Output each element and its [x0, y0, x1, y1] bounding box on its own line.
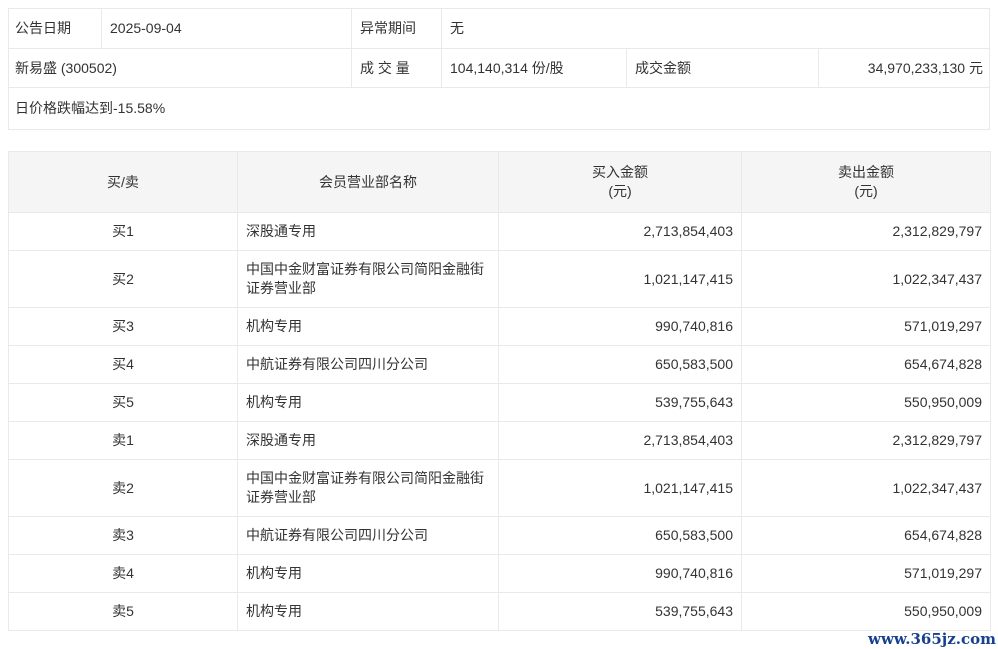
rank-cell: 卖3	[9, 517, 238, 555]
buy-amount-cell: 990,740,816	[499, 555, 742, 593]
info-row-volume: 新易盛 (300502) 成 交 量 104,140,314 份/股 成交金额 …	[9, 48, 989, 87]
table-row: 买2 中国中金财富证券有限公司简阳金融街证券营业部 1,021,147,415 …	[9, 251, 991, 308]
rank-cell: 买1	[9, 213, 238, 251]
sell-amount-cell: 571,019,297	[742, 555, 991, 593]
sell-amount-cell: 1,022,347,437	[742, 460, 991, 517]
announce-date-label: 公告日期	[9, 9, 101, 48]
table-row: 卖3 中航证券有限公司四川分公司 650,583,500 654,674,828	[9, 517, 991, 555]
sell-amount-cell: 571,019,297	[742, 308, 991, 346]
branch-cell: 机构专用	[238, 308, 499, 346]
branch-cell: 机构专用	[238, 555, 499, 593]
volume-value: 104,140,314 份/股	[441, 49, 626, 87]
branch-cell: 中国中金财富证券有限公司简阳金融街证券营业部	[238, 460, 499, 517]
sell-amount-cell: 2,312,829,797	[742, 422, 991, 460]
branch-cell: 中国中金财富证券有限公司简阳金融街证券营业部	[238, 251, 499, 308]
branch-cell: 深股通专用	[238, 422, 499, 460]
branch-cell: 中航证券有限公司四川分公司	[238, 346, 499, 384]
turnover-value: 34,970,233,130 元	[818, 49, 989, 87]
table-row: 买4 中航证券有限公司四川分公司 650,583,500 654,674,828	[9, 346, 991, 384]
table-row: 卖2 中国中金财富证券有限公司简阳金融街证券营业部 1,021,147,415 …	[9, 460, 991, 517]
buy-amount-cell: 990,740,816	[499, 308, 742, 346]
buy-amount-cell: 650,583,500	[499, 346, 742, 384]
table-row: 卖5 机构专用 539,755,643 550,950,009	[9, 593, 991, 631]
info-row-reason: 日价格跌幅达到-15.58%	[9, 87, 989, 129]
stock-name: 新易盛 (300502)	[9, 49, 351, 87]
buy-amount-cell: 1,021,147,415	[499, 251, 742, 308]
table-row: 买1 深股通专用 2,713,854,403 2,312,829,797	[9, 213, 991, 251]
col-header-side: 买/卖	[9, 152, 238, 213]
abnormal-reason-text: 日价格跌幅达到-15.58%	[9, 88, 989, 129]
buy-amount-cell: 539,755,643	[499, 384, 742, 422]
rank-cell: 买2	[9, 251, 238, 308]
table-row: 卖4 机构专用 990,740,816 571,019,297	[9, 555, 991, 593]
rank-cell: 卖5	[9, 593, 238, 631]
rank-cell: 卖4	[9, 555, 238, 593]
sell-amount-unit: (元)	[750, 182, 982, 201]
rank-cell: 买5	[9, 384, 238, 422]
broker-table-body: 买1 深股通专用 2,713,854,403 2,312,829,797 买2 …	[9, 213, 991, 631]
buy-amount-cell: 2,713,854,403	[499, 213, 742, 251]
buy-amount-cell: 2,713,854,403	[499, 422, 742, 460]
sell-amount-title: 卖出金额	[750, 163, 982, 182]
branch-cell: 中航证券有限公司四川分公司	[238, 517, 499, 555]
col-header-branch: 会员营业部名称	[238, 152, 499, 213]
buy-amount-cell: 1,021,147,415	[499, 460, 742, 517]
abnormal-period-label: 异常期间	[351, 9, 441, 48]
abnormal-period-value: 无	[441, 9, 989, 48]
col-header-buy-amount: 买入金额 (元)	[499, 152, 742, 213]
announce-date-value: 2025-09-04	[101, 9, 351, 48]
buy-amount-title: 买入金额	[507, 163, 733, 182]
sell-amount-cell: 654,674,828	[742, 346, 991, 384]
buy-amount-cell: 650,583,500	[499, 517, 742, 555]
sell-amount-cell: 550,950,009	[742, 593, 991, 631]
sell-amount-cell: 654,674,828	[742, 517, 991, 555]
rank-cell: 卖1	[9, 422, 238, 460]
table-row: 买5 机构专用 539,755,643 550,950,009	[9, 384, 991, 422]
sell-amount-cell: 1,022,347,437	[742, 251, 991, 308]
header-row: 买/卖 会员营业部名称 买入金额 (元) 卖出金额 (元)	[9, 152, 991, 213]
branch-cell: 机构专用	[238, 593, 499, 631]
turnover-label: 成交金额	[626, 49, 818, 87]
sell-amount-cell: 2,312,829,797	[742, 213, 991, 251]
stock-info-panel: 公告日期 2025-09-04 异常期间 无 新易盛 (300502) 成 交 …	[8, 8, 990, 130]
sell-amount-cell: 550,950,009	[742, 384, 991, 422]
buy-amount-cell: 539,755,643	[499, 593, 742, 631]
table-row: 卖1 深股通专用 2,713,854,403 2,312,829,797	[9, 422, 991, 460]
dragon-tiger-page: 公告日期 2025-09-04 异常期间 无 新易盛 (300502) 成 交 …	[0, 0, 998, 639]
rank-cell: 买3	[9, 308, 238, 346]
volume-label: 成 交 量	[351, 49, 441, 87]
broker-table: 买/卖 会员营业部名称 买入金额 (元) 卖出金额 (元) 买1 深股通专用 2…	[8, 151, 991, 631]
broker-table-header: 买/卖 会员营业部名称 买入金额 (元) 卖出金额 (元)	[9, 152, 991, 213]
rank-cell: 卖2	[9, 460, 238, 517]
col-header-sell-amount: 卖出金额 (元)	[742, 152, 991, 213]
rank-cell: 买4	[9, 346, 238, 384]
branch-cell: 机构专用	[238, 384, 499, 422]
branch-cell: 深股通专用	[238, 213, 499, 251]
watermark-link[interactable]: www.365jz.com	[868, 630, 996, 648]
info-row-announce: 公告日期 2025-09-04 异常期间 无	[9, 9, 989, 48]
table-row: 买3 机构专用 990,740,816 571,019,297	[9, 308, 991, 346]
buy-amount-unit: (元)	[507, 182, 733, 201]
